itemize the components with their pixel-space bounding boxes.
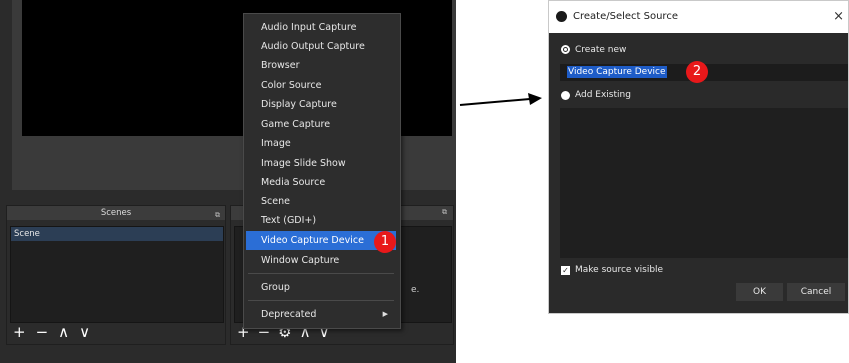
add-source-context-menu: Audio Input Capture Audio Output Capture… — [243, 13, 401, 329]
menu-item-media-source[interactable]: Media Source — [246, 173, 396, 192]
scene-list-item[interactable]: Scene — [11, 227, 223, 241]
scenes-dock-header: Scenes ⧉ — [7, 206, 225, 220]
add-existing-label: Add Existing — [575, 90, 631, 100]
create-new-radio[interactable] — [561, 45, 570, 54]
ok-button[interactable]: OK — [736, 283, 783, 301]
obs-logo-icon — [556, 11, 567, 22]
arrow-icon — [459, 93, 542, 106]
menu-item-audio-output-capture[interactable]: Audio Output Capture — [246, 37, 396, 56]
menu-item-game-capture[interactable]: Game Capture — [246, 115, 396, 134]
add-scene-icon[interactable]: + — [13, 323, 26, 341]
menu-item-color-source[interactable]: Color Source — [246, 76, 396, 95]
make-visible-checkbox[interactable]: ✓ — [561, 266, 570, 275]
make-visible-label: Make source visible — [575, 265, 664, 275]
close-icon[interactable]: × — [833, 9, 844, 24]
menu-item-deprecated[interactable]: Deprecated ▶ — [246, 305, 396, 324]
move-scene-up-icon[interactable]: ∧ — [58, 323, 69, 341]
menu-item-window-capture[interactable]: Window Capture — [246, 251, 396, 270]
dialog-titlebar: Create/Select Source × — [549, 1, 848, 33]
menu-separator — [248, 273, 394, 274]
add-existing-radio[interactable] — [561, 91, 570, 100]
create-new-label: Create new — [575, 45, 627, 55]
sources-hint-text: e. — [411, 285, 420, 295]
cancel-button[interactable]: Cancel — [787, 283, 845, 301]
remove-scene-icon[interactable]: − — [36, 323, 49, 341]
menu-item-audio-input-capture[interactable]: Audio Input Capture — [246, 18, 396, 37]
existing-sources-list[interactable] — [560, 108, 848, 258]
menu-item-group[interactable]: Group — [246, 278, 396, 297]
menu-item-image-slide-show[interactable]: Image Slide Show — [246, 154, 396, 173]
menu-item-deprecated-label: Deprecated — [261, 309, 317, 320]
dialog-title: Create/Select Source — [573, 11, 678, 22]
menu-item-text-gdi[interactable]: Text (GDI+) — [246, 211, 396, 230]
submenu-arrow-icon: ▶ — [382, 310, 388, 318]
scenes-dock: Scenes ⧉ Scene + − ∧ ∨ — [6, 205, 226, 345]
step-badge-2: 2 — [686, 61, 708, 83]
undock-icon[interactable]: ⧉ — [442, 208, 447, 217]
menu-item-image[interactable]: Image — [246, 134, 396, 153]
undock-icon[interactable]: ⧉ — [215, 208, 220, 222]
menu-separator — [248, 300, 394, 301]
scenes-list: Scene — [10, 226, 224, 323]
menu-item-display-capture[interactable]: Display Capture — [246, 95, 396, 114]
scenes-dock-title: Scenes — [100, 208, 132, 218]
move-scene-down-icon[interactable]: ∨ — [79, 323, 90, 341]
source-name-value: Video Capture Device — [567, 66, 667, 78]
create-select-source-dialog: Create/Select Source × Create new Video … — [548, 0, 849, 314]
scenes-toolbar: + − ∧ ∨ — [13, 322, 90, 342]
step-badge-1: 1 — [374, 231, 396, 253]
dialog-body: Create new Video Capture Device 2 Add Ex… — [549, 33, 848, 313]
menu-item-browser[interactable]: Browser — [246, 56, 396, 75]
menu-item-scene[interactable]: Scene — [246, 192, 396, 211]
